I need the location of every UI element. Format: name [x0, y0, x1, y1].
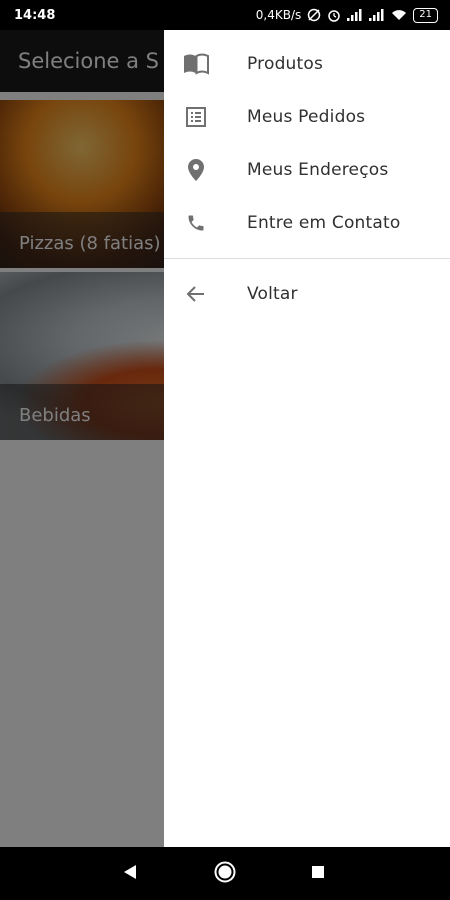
triangle-back-icon [123, 864, 137, 884]
status-bar: 14:48 0,4KB/s 21 [0, 0, 450, 30]
battery-indicator: 21 [413, 7, 438, 23]
network-speed: 0,4KB/s [255, 8, 302, 22]
system-nav-bar [0, 847, 450, 900]
drawer-item-produtos[interactable]: Produtos [164, 37, 450, 90]
location-pin-icon [182, 156, 210, 184]
navigation-drawer: Produtos Meus Pedidos Meus Endereços Ent… [164, 30, 450, 847]
arrow-back-icon [182, 280, 210, 308]
drawer-item-label: Entre em Contato [247, 212, 401, 233]
drawer-divider [164, 258, 450, 259]
wifi-icon [391, 9, 407, 21]
phone-icon [182, 209, 210, 237]
drawer-item-meus-pedidos[interactable]: Meus Pedidos [164, 90, 450, 143]
drawer-item-voltar[interactable]: Voltar [164, 267, 450, 320]
drawer-item-entre-em-contato[interactable]: Entre em Contato [164, 196, 450, 249]
book-open-icon [182, 50, 210, 78]
nav-home-button[interactable] [195, 847, 255, 900]
signal-icon [347, 9, 363, 21]
drawer-item-label: Produtos [247, 53, 324, 74]
status-time: 14:48 [14, 7, 56, 23]
dnd-icon [307, 8, 321, 22]
alarm-icon [327, 8, 341, 22]
status-icons: 0,4KB/s 21 [255, 7, 438, 23]
circle-home-icon [213, 860, 237, 888]
drawer-item-meus-enderecos[interactable]: Meus Endereços [164, 143, 450, 196]
square-recents-icon [311, 864, 325, 883]
list-icon [182, 103, 210, 131]
drawer-item-label: Meus Pedidos [247, 106, 366, 127]
nav-back-button[interactable] [100, 847, 160, 900]
drawer-item-label: Voltar [247, 283, 298, 304]
signal-icon-2 [369, 9, 385, 21]
drawer-item-label: Meus Endereços [247, 159, 389, 180]
nav-recents-button[interactable] [288, 847, 348, 900]
